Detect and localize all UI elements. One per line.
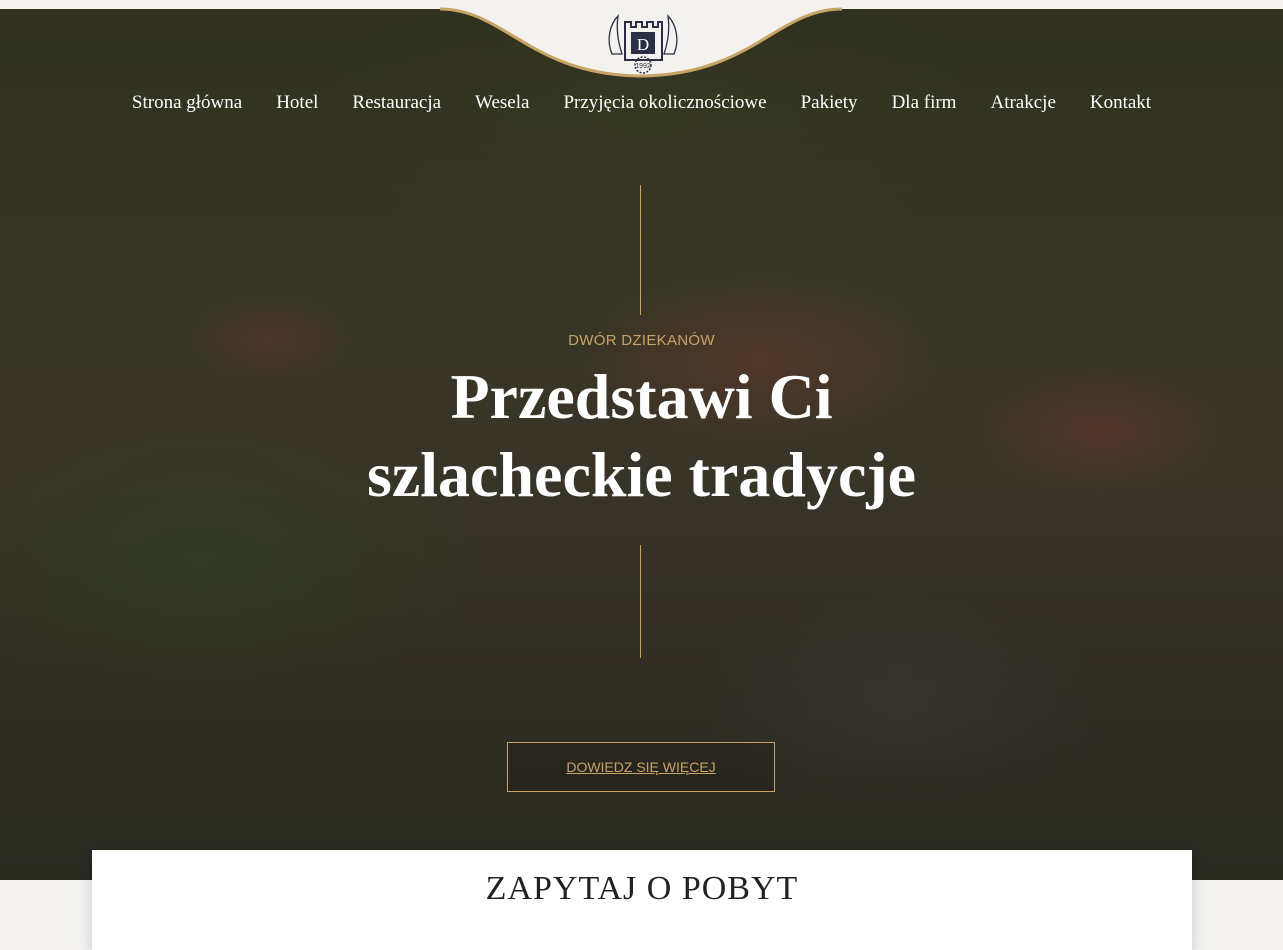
hero-headline: Przedstawi Ci szlacheckie tradycje	[0, 358, 1283, 514]
castle-tower-logo-icon: D 1992	[608, 14, 678, 74]
logo-year: 1992	[635, 63, 651, 70]
hero-headline-line2: szlacheckie tradycje	[366, 439, 917, 510]
nav-item-packages[interactable]: Pakiety	[801, 92, 858, 114]
inquiry-card: ZAPYTAJ O POBYT	[92, 850, 1192, 950]
hero-eyebrow: DWÓR DZIEKANÓW	[568, 332, 715, 349]
nav-item-business[interactable]: Dla firm	[892, 92, 957, 114]
logo-letter: D	[637, 35, 649, 54]
nav-item-attractions[interactable]: Atrakcje	[990, 92, 1055, 114]
decorative-line-top	[640, 185, 641, 315]
learn-more-button[interactable]: DOWIEDZ SIĘ WIĘCEJ	[507, 742, 775, 792]
nav-item-weddings[interactable]: Wesela	[475, 92, 529, 114]
decorative-line-bottom	[640, 545, 641, 658]
inquiry-title: ZAPYTAJ O POBYT	[485, 870, 799, 907]
nav-item-restaurant[interactable]: Restauracja	[352, 92, 441, 114]
nav-item-hotel[interactable]: Hotel	[276, 92, 318, 114]
main-navigation: Strona główna Hotel Restauracja Wesela P…	[0, 92, 1283, 114]
hero-headline-line1: Przedstawi Ci	[450, 361, 833, 432]
site-logo[interactable]: D 1992	[604, 10, 682, 76]
nav-item-events[interactable]: Przyjęcia okolicznościowe	[563, 92, 766, 114]
nav-item-contact[interactable]: Kontakt	[1090, 92, 1151, 114]
nav-item-home[interactable]: Strona główna	[132, 92, 242, 114]
